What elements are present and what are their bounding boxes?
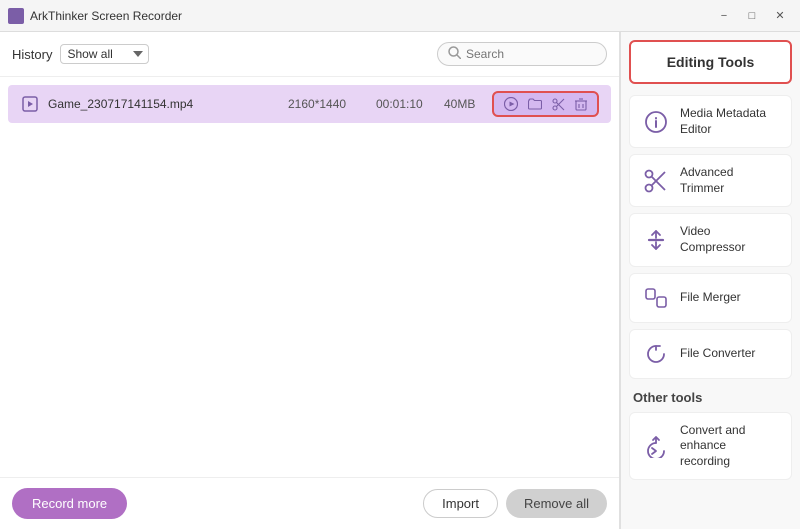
file-actions [492, 91, 599, 117]
history-left: History Show all Video Audio Screenshot [12, 44, 149, 64]
bottom-bar: Record more Import Remove all [0, 477, 619, 529]
search-icon [448, 46, 461, 62]
tool-convert-enhance[interactable]: Convert andenhance recording [629, 412, 792, 481]
file-size: 40MB [444, 97, 484, 111]
file-converter-label: File Converter [680, 346, 755, 362]
file-converter-icon [642, 340, 670, 368]
play-button[interactable] [502, 96, 520, 112]
table-row: Game_230717141154.mp4 2160*1440 00:01:10… [8, 85, 611, 123]
app-icon [8, 8, 24, 24]
main-content: History Show all Video Audio Screenshot [0, 32, 800, 529]
tool-video-compressor[interactable]: VideoCompressor [629, 213, 792, 266]
advanced-trimmer-icon [642, 167, 670, 195]
history-bar: History Show all Video Audio Screenshot [0, 32, 619, 77]
app-title: ArkThinker Screen Recorder [30, 9, 182, 23]
trim-button[interactable] [550, 97, 567, 112]
media-metadata-icon [642, 108, 670, 136]
file-duration: 00:01:10 [376, 97, 436, 111]
video-compressor-label: VideoCompressor [680, 224, 745, 255]
media-metadata-label: Media MetadataEditor [680, 106, 766, 137]
convert-enhance-label: Convert andenhance recording [680, 423, 779, 470]
editing-tools-header: Editing Tools [629, 40, 792, 84]
tool-media-metadata-editor[interactable]: Media MetadataEditor [629, 95, 792, 148]
search-input[interactable] [466, 47, 596, 61]
bottom-right: Import Remove all [423, 489, 607, 518]
tool-file-converter[interactable]: File Converter [629, 329, 792, 379]
show-all-select[interactable]: Show all Video Audio Screenshot [60, 44, 149, 64]
other-tools-section-label: Other tools [621, 382, 800, 409]
video-compressor-icon [642, 226, 670, 254]
delete-button[interactable] [573, 97, 589, 112]
file-list: Game_230717141154.mp4 2160*1440 00:01:10… [0, 77, 619, 477]
search-box [437, 42, 607, 66]
folder-button[interactable] [526, 97, 544, 111]
file-merger-label: File Merger [680, 290, 741, 306]
window-controls: − □ ✕ [712, 6, 792, 26]
tool-file-merger[interactable]: File Merger [629, 273, 792, 323]
editing-tools-title: Editing Tools [667, 54, 755, 70]
maximize-button[interactable]: □ [740, 6, 764, 26]
history-label: History [12, 47, 52, 62]
file-resolution: 2160*1440 [288, 97, 368, 111]
left-panel: History Show all Video Audio Screenshot [0, 32, 620, 529]
right-panel: Editing Tools Media MetadataEditor [620, 32, 800, 529]
minimize-button[interactable]: − [712, 6, 736, 26]
close-button[interactable]: ✕ [768, 6, 792, 26]
record-more-button[interactable]: Record more [12, 488, 127, 519]
advanced-trimmer-label: AdvancedTrimmer [680, 165, 733, 196]
file-name: Game_230717141154.mp4 [48, 97, 280, 111]
file-merger-icon [642, 284, 670, 312]
import-button[interactable]: Import [423, 489, 498, 518]
convert-enhance-icon [642, 432, 670, 460]
file-type-icon [20, 94, 40, 114]
title-bar: ArkThinker Screen Recorder − □ ✕ [0, 0, 800, 32]
remove-all-button[interactable]: Remove all [506, 489, 607, 518]
title-bar-left: ArkThinker Screen Recorder [8, 8, 182, 24]
tool-advanced-trimmer[interactable]: AdvancedTrimmer [629, 154, 792, 207]
